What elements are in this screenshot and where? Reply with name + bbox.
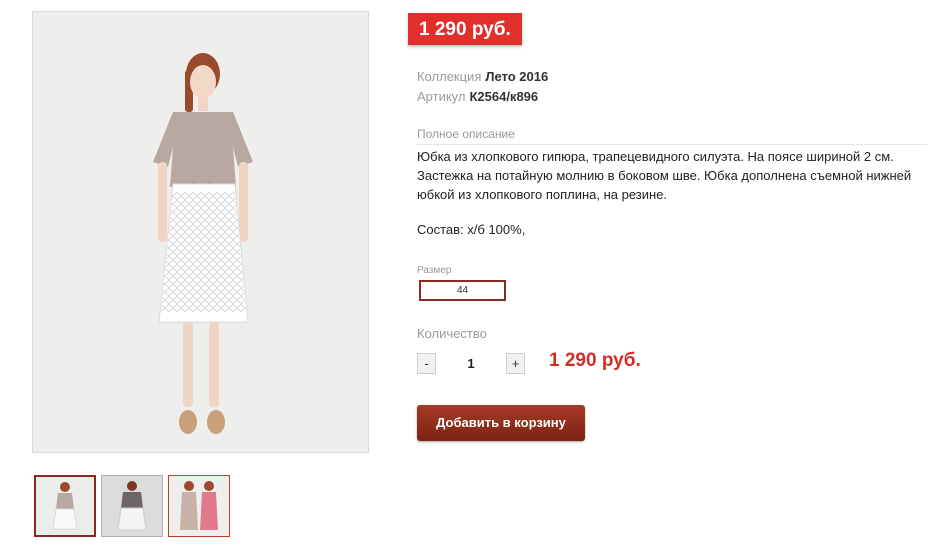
thumbnail-photo [169,476,229,536]
article-row: Артикул К2564/к896 [417,89,538,104]
quantity-label: Количество [417,326,487,341]
product-main-image[interactable] [32,11,369,453]
total-price: 1 290 руб. [549,350,641,371]
price-badge: 1 290 руб. [408,13,522,45]
collection-row: Коллекция Лето 2016 [417,69,548,84]
collection-value: Лето 2016 [485,69,549,84]
thumbnail-photo [36,477,94,535]
collection-label: Коллекция [417,69,482,84]
description-heading: Полное описание [417,127,515,141]
size-label: Размер [417,265,452,276]
description-line: Юбка из хлопкового гипюра, трапецевидног… [417,149,894,164]
thumbnail-2[interactable] [101,475,163,537]
description-line: Застежка на потайную молнию в боковом шв… [417,168,912,183]
size-option-selected[interactable]: 44 [419,280,506,301]
description-divider [417,144,927,145]
model-photo [33,12,368,452]
composition-text: Состав: х/б 100%, [417,222,526,237]
description-line: юбкой из хлопкового поплина, на резине. [417,187,668,202]
article-value: К2564/к896 [469,89,539,104]
add-to-cart-button[interactable]: Добавить в корзину [417,405,585,441]
quantity-decrease-button[interactable]: - [417,353,436,374]
quantity-input[interactable]: 1 [462,356,480,371]
thumbnail-1[interactable] [34,475,96,537]
quantity-increase-button[interactable]: + [506,353,525,374]
description-text: Юбка из хлопкового гипюра, трапецевидног… [417,147,917,204]
thumbnail-3[interactable] [168,475,230,537]
gallery-thumbnails [34,475,230,537]
article-label: Артикул [417,89,466,104]
thumbnail-photo [102,476,162,536]
